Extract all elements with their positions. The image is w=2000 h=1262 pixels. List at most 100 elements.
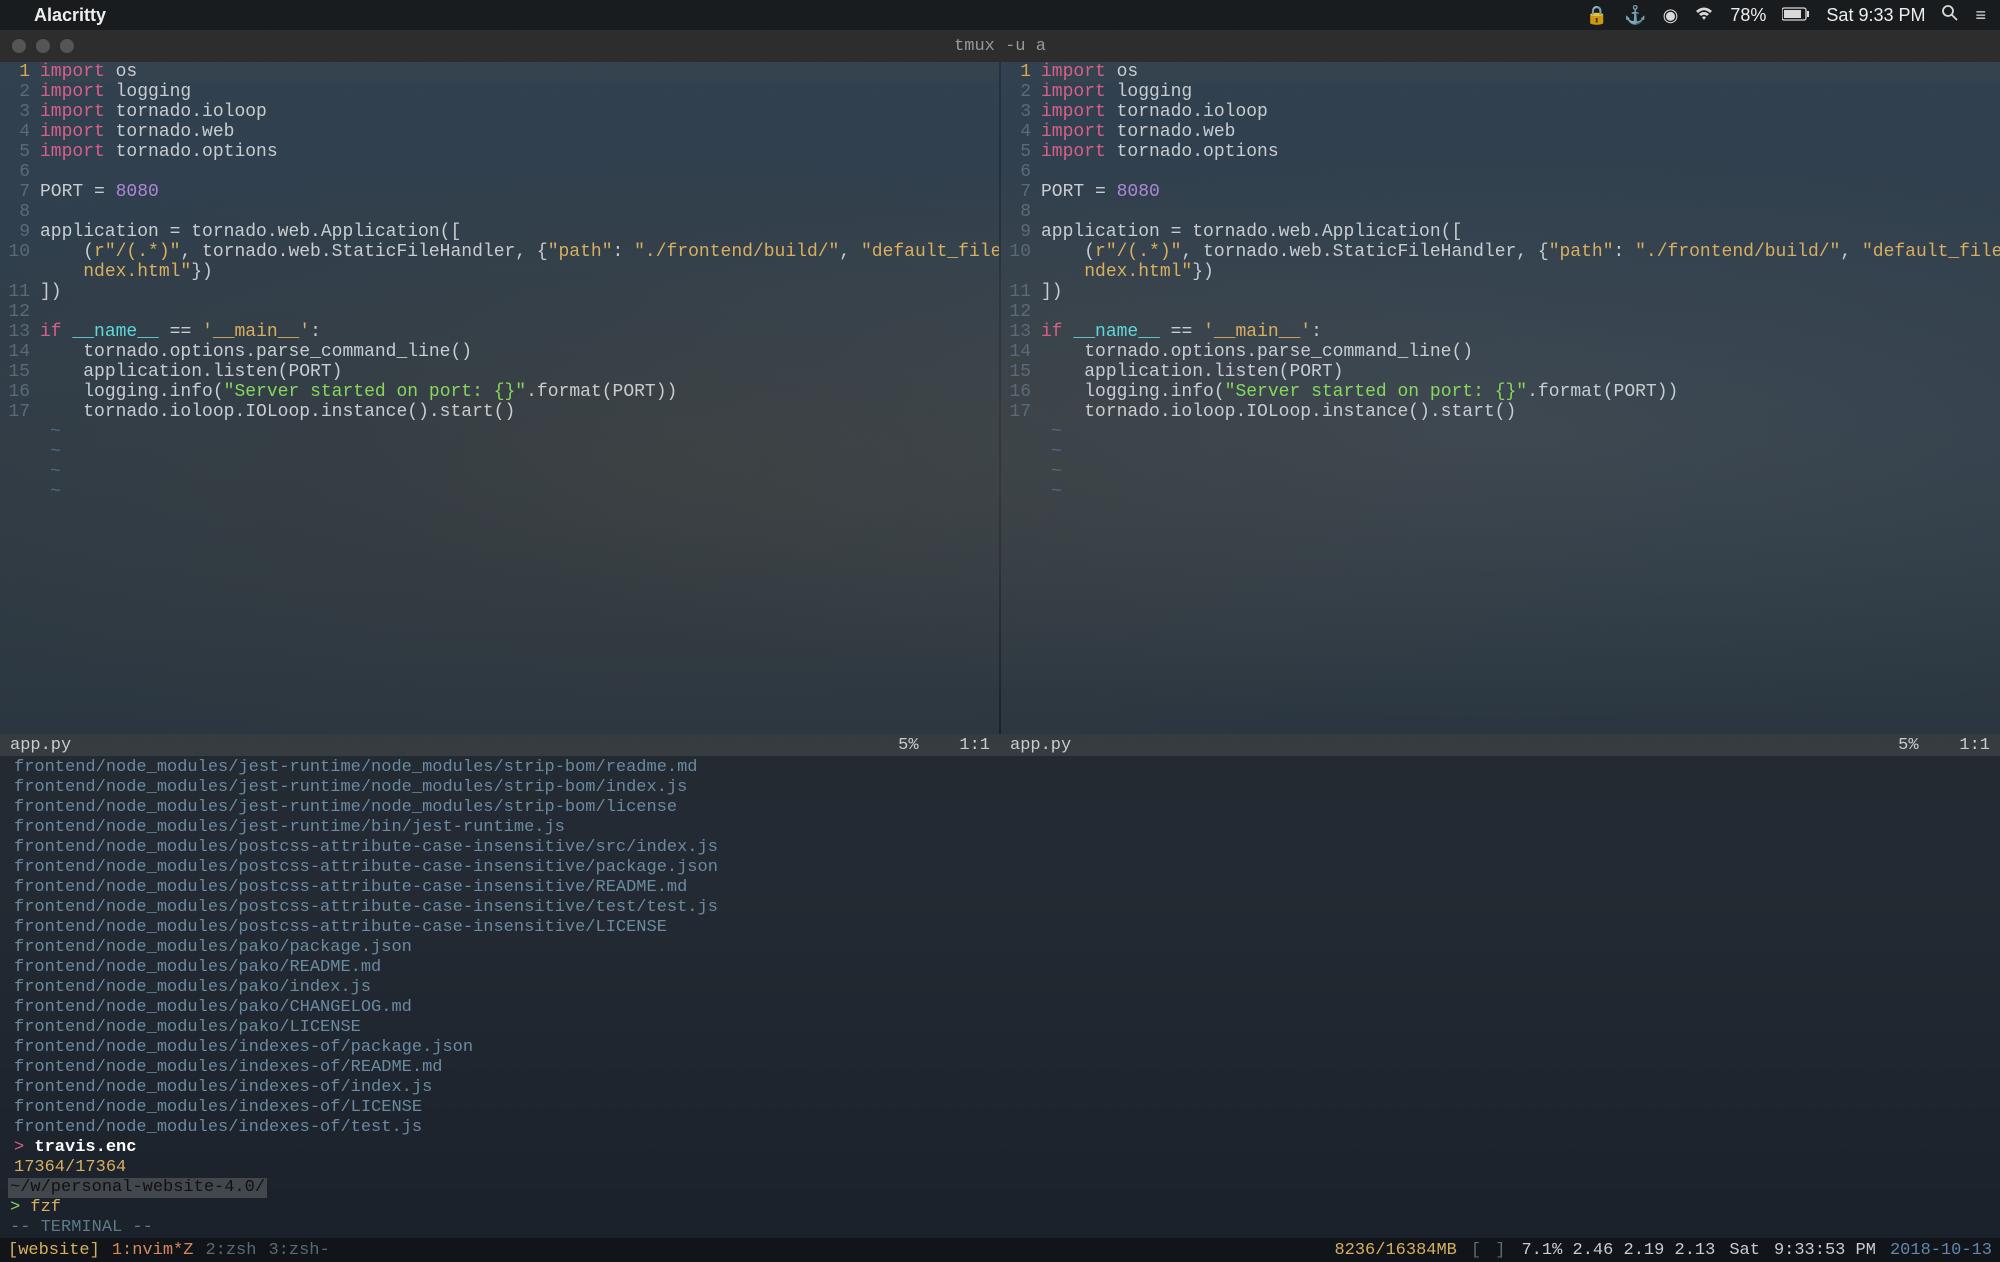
fzf-result-row[interactable]: frontend/node_modules/indexes-of/package… (0, 1038, 2000, 1058)
fzf-result-row[interactable]: frontend/node_modules/jest-runtime/node_… (0, 778, 2000, 798)
status-file: app.py (10, 736, 71, 755)
fzf-result-row[interactable]: frontend/node_modules/postcss-attribute-… (0, 838, 2000, 858)
code-line[interactable]: ndex.html"}) (40, 262, 999, 282)
code-line[interactable]: import tornado.ioloop (40, 102, 999, 122)
code-line[interactable]: import os (1041, 62, 2000, 82)
close-window-icon[interactable] (12, 39, 26, 53)
code-line[interactable]: application = tornado.web.Application([ (1041, 222, 2000, 242)
code-line[interactable]: if __name__ == '__main__': (1041, 322, 2000, 342)
prompt-caret-icon: > (10, 1198, 20, 1217)
fzf-result-row[interactable]: frontend/node_modules/pako/index.js (0, 978, 2000, 998)
code-line[interactable]: import tornado.web (40, 122, 999, 142)
fzf-result-row[interactable]: frontend/node_modules/postcss-attribute-… (0, 858, 2000, 878)
editor-pane-left[interactable]: 1234567891011121314151617 import osimpor… (0, 62, 999, 734)
code-line[interactable]: import tornado.options (40, 142, 999, 162)
fzf-count: 17364/17364 (0, 1158, 2000, 1178)
minimize-window-icon[interactable] (36, 39, 50, 53)
code-line[interactable] (40, 162, 999, 182)
code-line[interactable]: import logging (40, 82, 999, 102)
status-pos: 1:1 (1959, 736, 1990, 755)
vim-mode-indicator: -- TERMINAL -- (0, 1218, 2000, 1238)
fzf-result-row[interactable]: frontend/node_modules/pako/package.json (0, 938, 2000, 958)
tmux-date: 2018-10-13 (1890, 1241, 1992, 1260)
tmux-time: 9:33:53 PM (1774, 1241, 1876, 1260)
window-titlebar: tmux -u a (0, 30, 2000, 62)
code-line[interactable]: (r"/(.*)", tornado.web.StaticFileHandler… (40, 242, 999, 262)
vim-statusline-left: app.py 5% 1:1 (0, 734, 1000, 756)
fzf-result-row[interactable]: frontend/node_modules/postcss-attribute-… (0, 878, 2000, 898)
tmux-window[interactable]: 2:zsh (205, 1241, 256, 1260)
code-line[interactable]: tornado.options.parse_command_line() (1041, 342, 2000, 362)
code-line[interactable]: (r"/(.*)", tornado.web.StaticFileHandler… (1041, 242, 2000, 262)
fzf-result-row[interactable]: frontend/node_modules/indexes-of/README.… (0, 1058, 2000, 1078)
tmux-window[interactable]: 3:zsh- (268, 1241, 329, 1260)
status-percent: 5% (898, 736, 918, 755)
code-line[interactable]: import logging (1041, 82, 2000, 102)
code-line[interactable]: import tornado.options (1041, 142, 2000, 162)
code-line[interactable] (1041, 202, 2000, 222)
code-line[interactable]: PORT = 8080 (1041, 182, 2000, 202)
tmux-session[interactable]: [website] (8, 1241, 100, 1260)
code-line[interactable]: application = tornado.web.Application([ (40, 222, 999, 242)
menubar-clock[interactable]: Sat 9:33 PM (1826, 5, 1925, 26)
fzf-result-row[interactable]: frontend/node_modules/indexes-of/test.js (0, 1118, 2000, 1138)
code-line[interactable]: PORT = 8080 (40, 182, 999, 202)
spotify-icon[interactable]: ◉ (1663, 5, 1679, 26)
fzf-panel[interactable]: frontend/node_modules/jest-runtime/node_… (0, 756, 2000, 1238)
code-area[interactable]: import osimport loggingimport tornado.io… (1041, 62, 2000, 502)
code-line[interactable] (40, 302, 999, 322)
fzf-result-row[interactable]: frontend/node_modules/pako/README.md (0, 958, 2000, 978)
fzf-result-row[interactable]: frontend/node_modules/postcss-attribute-… (0, 918, 2000, 938)
editor-workspace: 1234567891011121314151617 import osimpor… (0, 62, 2000, 734)
fzf-result-row[interactable]: frontend/node_modules/indexes-of/index.j… (0, 1078, 2000, 1098)
empty-line-tilde: ~ (1051, 422, 2000, 442)
tmux-window-active[interactable]: 1:nvim*Z (112, 1241, 194, 1260)
docker-icon[interactable]: ⚓ (1624, 5, 1646, 26)
code-line[interactable]: tornado.ioloop.IOLoop.instance().start() (1041, 402, 2000, 422)
code-line[interactable]: import os (40, 62, 999, 82)
tmux-statusbar: [website] 1:nvim*Z 2:zsh 3:zsh- 8236/163… (0, 1238, 2000, 1262)
battery-icon[interactable] (1782, 5, 1810, 26)
fzf-result-row[interactable]: frontend/node_modules/indexes-of/LICENSE (0, 1098, 2000, 1118)
fzf-result-row[interactable]: frontend/node_modules/pako/CHANGELOG.md (0, 998, 2000, 1018)
code-line[interactable]: ]) (1041, 282, 2000, 302)
code-line[interactable]: import tornado.ioloop (1041, 102, 2000, 122)
code-line[interactable]: logging.info("Server started on port: {}… (1041, 382, 2000, 402)
spotlight-icon[interactable] (1941, 4, 1959, 27)
fzf-result-row[interactable]: frontend/node_modules/jest-runtime/node_… (0, 798, 2000, 818)
app-name[interactable]: Alacritty (34, 5, 106, 26)
menu-icon[interactable]: ≡ (1975, 5, 1986, 26)
fzf-result-row[interactable]: frontend/node_modules/jest-runtime/bin/j… (0, 818, 2000, 838)
code-line[interactable]: import tornado.web (1041, 122, 2000, 142)
code-area[interactable]: import osimport loggingimport tornado.io… (40, 62, 999, 502)
code-line[interactable]: ndex.html"}) (1041, 262, 2000, 282)
shell-command[interactable]: fzf (30, 1198, 61, 1217)
code-line[interactable]: application.listen(PORT) (1041, 362, 2000, 382)
fzf-result-row[interactable]: frontend/node_modules/jest-runtime/node_… (0, 758, 2000, 778)
empty-line-tilde: ~ (50, 442, 999, 462)
code-line[interactable]: tornado.ioloop.IOLoop.instance().start() (40, 402, 999, 422)
lock-icon[interactable]: 🔒 (1586, 5, 1608, 26)
empty-line-tilde: ~ (1051, 482, 2000, 502)
code-line[interactable] (40, 202, 999, 222)
fzf-result-row[interactable]: frontend/node_modules/postcss-attribute-… (0, 898, 2000, 918)
code-line[interactable] (1041, 302, 2000, 322)
tmux-day: Sat (1729, 1241, 1760, 1260)
editor-pane-right[interactable]: 1234567891011121314151617 import osimpor… (1001, 62, 2000, 734)
tmux-load: 7.1% 2.46 2.19 2.13 (1521, 1241, 1715, 1260)
code-line[interactable]: logging.info("Server started on port: {}… (40, 382, 999, 402)
maximize-window-icon[interactable] (60, 39, 74, 53)
line-gutter: 1234567891011121314151617 (1001, 62, 1037, 502)
wifi-icon[interactable] (1694, 5, 1714, 26)
code-line[interactable]: if __name__ == '__main__': (40, 322, 999, 342)
code-line[interactable]: ]) (40, 282, 999, 302)
empty-line-tilde: ~ (1051, 442, 2000, 462)
fzf-selected-row[interactable]: > travis.enc (0, 1138, 2000, 1158)
fzf-caret-icon: > (14, 1138, 24, 1157)
window-title: tmux -u a (954, 37, 1046, 56)
code-line[interactable] (1041, 162, 2000, 182)
code-line[interactable]: tornado.options.parse_command_line() (40, 342, 999, 362)
fzf-result-row[interactable]: frontend/node_modules/pako/LICENSE (0, 1018, 2000, 1038)
code-line[interactable]: application.listen(PORT) (40, 362, 999, 382)
battery-percent: 78% (1730, 5, 1766, 26)
